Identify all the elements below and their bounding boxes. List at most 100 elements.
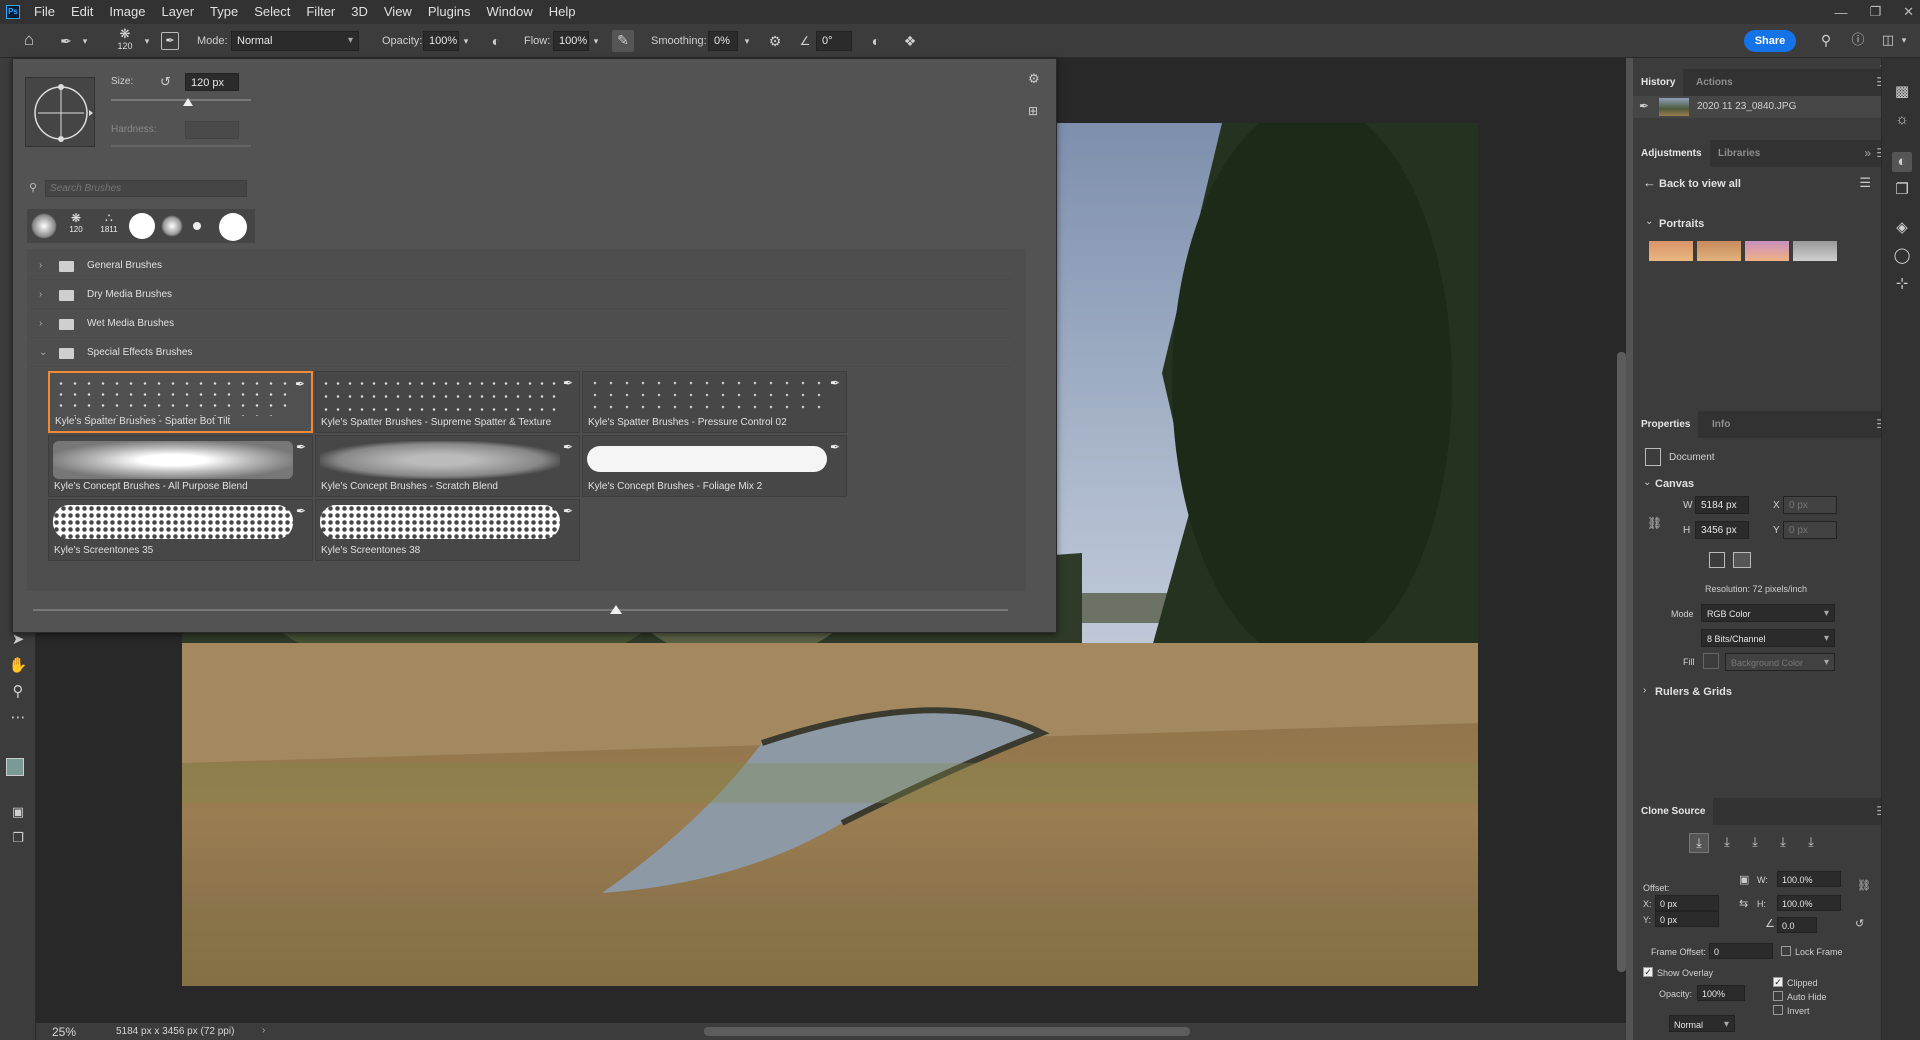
more-tools-icon[interactable]: ⋯ [8, 708, 28, 728]
tab-actions[interactable]: Actions [1688, 69, 1741, 96]
landscape-orientation-icon[interactable] [1733, 552, 1751, 568]
portrait-preset-1[interactable] [1649, 241, 1693, 261]
tab-info[interactable]: Info [1704, 411, 1738, 438]
recent-brush-soft-small[interactable] [161, 215, 183, 237]
flow-input[interactable]: 100% [553, 31, 589, 51]
clone-source-panel-icon[interactable]: ❐ [1892, 180, 1912, 200]
brush-tile[interactable]: ✒ Kyle's Screentones 38 [315, 499, 580, 561]
invert-checkbox[interactable] [1773, 1005, 1783, 1015]
link-icon[interactable]: ⛓ [1857, 879, 1871, 892]
brush-preset-picker[interactable]: ❋ 120 [112, 27, 138, 55]
vertical-scrollbar[interactable] [1617, 352, 1626, 972]
brush-tile[interactable]: ✒ Kyle's Spatter Brushes - Pressure Cont… [582, 371, 847, 433]
chevron-down-icon[interactable]: ▾ [742, 31, 752, 51]
brush-tip-preview[interactable] [25, 77, 95, 147]
clipped-checkbox[interactable]: ✓ [1773, 977, 1783, 987]
chevron-down-icon[interactable]: ▾ [80, 31, 90, 51]
airbrush-icon[interactable]: ✎ [612, 30, 634, 52]
brush-tile[interactable]: ✒ Kyle's Concept Brushes - Foliage Mix 2 [582, 435, 847, 497]
layers-icon[interactable]: ◈ [1892, 218, 1912, 238]
menu-select[interactable]: Select [246, 0, 298, 24]
adjustments-panel-icon[interactable]: ◐ [1892, 152, 1912, 172]
reset-size-icon[interactable]: ↺ [160, 74, 171, 90]
portrait-orientation-icon[interactable] [1709, 552, 1725, 568]
histogram-icon[interactable]: ▩ [1892, 82, 1912, 102]
help-icon[interactable]: ⓘ [1848, 30, 1868, 50]
symmetry-icon[interactable]: ❖ [900, 31, 920, 51]
recent-brush-spatter[interactable]: ❋ 120 [63, 211, 89, 234]
brush-search-input[interactable] [45, 180, 247, 197]
portrait-preset-3[interactable] [1745, 241, 1789, 261]
menu-edit[interactable]: Edit [63, 0, 101, 24]
chevron-right-icon[interactable]: › [1643, 685, 1646, 696]
brush-tile[interactable]: ✒ Kyle's Screentones 35 [48, 499, 313, 561]
channels-icon[interactable]: ◯ [1892, 246, 1912, 266]
mode-select[interactable]: Normal [231, 31, 359, 51]
color-mode-select[interactable]: RGB Color [1701, 604, 1835, 622]
folder-special-effects-brushes[interactable]: ⌄ Special Effects Brushes [29, 338, 1011, 367]
bit-depth-select[interactable]: 8 Bits/Channel [1701, 629, 1835, 647]
preview-size-slider-thumb[interactable] [610, 605, 622, 614]
path-selection-tool-icon[interactable]: ➤ [8, 630, 28, 650]
swap-icon[interactable]: ⇆ [1739, 897, 1748, 910]
brush-tile[interactable]: ✒ Kyle's Spatter Brushes - Supreme Spatt… [315, 371, 580, 433]
home-icon[interactable]: ⌂ [18, 30, 40, 52]
folder-dry-media-brushes[interactable]: › Dry Media Brushes [29, 280, 1011, 309]
size-slider-thumb[interactable] [183, 98, 193, 106]
chevron-down-icon[interactable]: ⌄ [1643, 477, 1651, 488]
tab-adjustments[interactable]: Adjustments [1633, 140, 1710, 167]
hand-tool-icon[interactable]: ✋ [8, 656, 28, 676]
horizontal-scrollbar[interactable] [704, 1027, 1190, 1036]
list-view-icon[interactable]: ☰ [1859, 175, 1871, 191]
portrait-preset-4[interactable] [1793, 241, 1837, 261]
clone-source-5-icon[interactable]: ⤓ [1801, 833, 1821, 853]
history-snapshot-row[interactable]: ✒ 2020 11 23_0840.JPG [1633, 96, 1895, 118]
clone-width-input[interactable]: 100.0% [1777, 871, 1841, 887]
close-icon[interactable]: ✕ [1903, 4, 1914, 20]
tab-properties[interactable]: Properties [1633, 411, 1699, 438]
recent-brush-spatter-2[interactable]: ∴ 1811 [95, 211, 123, 234]
recent-brush-dot[interactable] [193, 222, 201, 230]
brush-tile[interactable]: ✒ Kyle's Concept Brushes - Scratch Blend [315, 435, 580, 497]
clone-height-input[interactable]: 100.0% [1777, 895, 1841, 911]
clone-x-input[interactable]: 0 px [1655, 895, 1719, 911]
clone-lock-icon[interactable]: ▣ [1739, 873, 1749, 886]
overlay-blend-select[interactable]: Normal [1669, 1015, 1735, 1032]
brush-tile[interactable]: ✒ Kyle's Concept Brushes - All Purpose B… [48, 435, 313, 497]
menu-view[interactable]: View [376, 0, 420, 24]
brush-settings-panel-icon[interactable]: ✒ [161, 32, 179, 50]
chevron-down-icon[interactable]: ▾ [461, 31, 471, 51]
screen-mode-icon[interactable]: ❐ [8, 828, 28, 848]
back-to-view-all[interactable]: Back to view all [1659, 178, 1741, 190]
chevron-down-icon[interactable]: ⌄ [1645, 216, 1653, 227]
chevron-down-icon[interactable]: ▾ [591, 31, 601, 51]
link-icon[interactable]: ⛓ [1647, 516, 1662, 530]
size-input[interactable]: 120 px [185, 73, 239, 91]
menu-layer[interactable]: Layer [154, 0, 203, 24]
brush-tool-icon[interactable]: ✒ [56, 31, 76, 51]
new-preset-icon[interactable]: ⊞ [1028, 104, 1038, 118]
recent-brush-large-round[interactable] [219, 213, 247, 241]
folder-general-brushes[interactable]: › General Brushes [29, 251, 1011, 280]
share-button[interactable]: Share [1744, 30, 1796, 52]
recent-brush-soft-round[interactable] [31, 213, 57, 239]
menu-plugins[interactable]: Plugins [420, 0, 479, 24]
preview-size-slider[interactable] [33, 609, 1008, 611]
canvas-height-input[interactable]: 3456 px [1695, 521, 1749, 539]
clone-source-1-icon[interactable]: ⤓ [1689, 833, 1709, 853]
pressure-size-icon[interactable]: ◐ [866, 31, 886, 51]
menu-filter[interactable]: Filter [298, 0, 343, 24]
clone-source-3-icon[interactable]: ⤓ [1745, 833, 1765, 853]
clone-y-input[interactable]: 0 px [1655, 911, 1719, 927]
rulers-grids-section[interactable]: Rulers & Grids [1655, 686, 1732, 698]
lock-frame-checkbox[interactable] [1781, 946, 1791, 956]
menu-window[interactable]: Window [478, 0, 540, 24]
smoothing-input[interactable]: 0% [708, 31, 738, 51]
chevron-down-icon[interactable]: ▾ [1898, 30, 1910, 50]
chevron-down-icon[interactable]: ▾ [142, 31, 152, 51]
clone-source-4-icon[interactable]: ⤓ [1773, 833, 1793, 853]
frame-offset-input[interactable]: 0 [1709, 943, 1773, 959]
auto-hide-checkbox[interactable] [1773, 991, 1783, 1001]
menu-image[interactable]: Image [101, 0, 153, 24]
paths-icon[interactable]: ⊹ [1892, 274, 1912, 294]
